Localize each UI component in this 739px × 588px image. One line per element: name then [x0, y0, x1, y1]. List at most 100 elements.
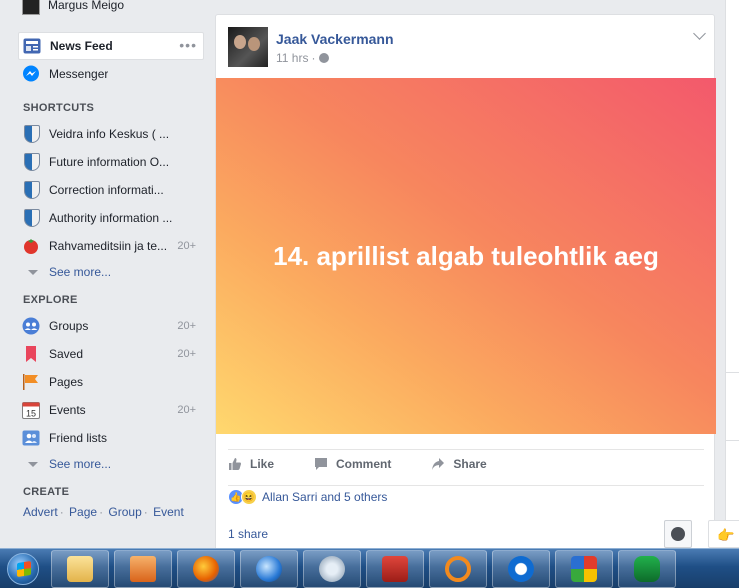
- browser-icon: [256, 555, 282, 582]
- taskbar-file-explorer[interactable]: [51, 549, 109, 588]
- sidebar-item-events[interactable]: 15 Events 20+: [18, 396, 204, 424]
- audience-globe-button[interactable]: [664, 520, 692, 548]
- thumbs-up-icon: [229, 457, 241, 470]
- see-more-label: See more...: [49, 265, 112, 279]
- sidebar-item-shortcut-1[interactable]: Veidra info Keskus ( ...: [18, 120, 204, 148]
- profile-name: Margus Meigo: [48, 0, 125, 12]
- sidebar-item-shortcut-3[interactable]: Correction informati...: [18, 176, 204, 204]
- count-badge: 20+: [177, 348, 196, 360]
- post-action-bar: Like Comment Share: [228, 449, 704, 477]
- profile-link[interactable]: Margus Meigo: [22, 0, 124, 16]
- start-button[interactable]: [0, 549, 46, 588]
- sidebar-item-label: Friend lists: [49, 431, 108, 445]
- sidebar-item-label: Authority information ...: [49, 211, 173, 225]
- divider: [228, 485, 704, 486]
- taskbar-toolbox[interactable]: [366, 549, 424, 588]
- post-time[interactable]: 11 hrs: [276, 51, 308, 65]
- pointing-hand-icon[interactable]: 👉: [708, 520, 739, 548]
- sidebar-item-shortcut-4[interactable]: Authority information ...: [18, 204, 204, 232]
- share-label: Share: [453, 456, 487, 471]
- sidebar-item-messenger[interactable]: Messenger: [18, 60, 204, 88]
- author-avatar[interactable]: [228, 27, 268, 67]
- taskbar-avg[interactable]: [555, 549, 613, 588]
- news-feed-icon: [23, 37, 41, 55]
- sidebar-item-shortcut-5[interactable]: Rahvameditsiin ja te... 20+: [18, 232, 204, 260]
- profile-avatar: [22, 0, 40, 15]
- friends-icon: [22, 429, 40, 447]
- like-button[interactable]: Like: [228, 457, 274, 471]
- explore-see-more[interactable]: See more...: [28, 457, 111, 471]
- create-event-link[interactable]: Event: [153, 505, 184, 519]
- post-text: 14. aprillist algab tuleohtlik aeg: [273, 241, 659, 271]
- divider: [726, 372, 739, 373]
- bookmark-icon: [22, 345, 40, 363]
- caret-down-icon: [28, 461, 38, 467]
- tomato-icon: [22, 237, 40, 255]
- right-column-fragment: [725, 0, 739, 548]
- shield-icon: [22, 209, 40, 227]
- create-advert-link[interactable]: Advert: [23, 505, 58, 519]
- shield-icon: [22, 181, 40, 199]
- separator: ·: [143, 505, 148, 519]
- network-icon: [319, 555, 345, 582]
- create-page-link[interactable]: Page: [69, 505, 97, 519]
- file-explorer-icon: [67, 555, 93, 582]
- search-tool-icon: [445, 555, 471, 582]
- shortcuts-see-more[interactable]: See more...: [28, 265, 111, 279]
- sidebar-item-groups[interactable]: Groups 20+: [18, 312, 204, 340]
- post-author[interactable]: Jaak Vackermann: [276, 31, 394, 47]
- media-player-icon: [130, 555, 156, 582]
- see-more-label: See more...: [49, 457, 112, 471]
- shield-icon: [22, 153, 40, 171]
- globe-icon: [671, 527, 685, 541]
- post-header: Jaak Vackermann 11 hrs ·: [228, 27, 394, 67]
- flag-icon: [22, 373, 40, 391]
- create-group-link[interactable]: Group: [108, 505, 141, 519]
- sidebar-item-label: Saved: [49, 347, 84, 361]
- globe-icon: [319, 53, 330, 63]
- reactions-text: Allan Sarri and 5 others: [262, 490, 388, 504]
- more-options-icon[interactable]: •••: [179, 37, 197, 53]
- share-count[interactable]: 1 share: [228, 527, 268, 541]
- avg-icon: [571, 555, 597, 582]
- sidebar-item-shortcut-2[interactable]: Future information O...: [18, 148, 204, 176]
- create-heading: CREATE: [23, 486, 70, 498]
- taskbar-firefox[interactable]: [177, 549, 235, 588]
- taskbar-malwarebytes[interactable]: [618, 549, 676, 588]
- share-button[interactable]: Share: [431, 456, 487, 471]
- explore-heading: EXPLORE: [23, 294, 78, 306]
- caret-down-icon: [28, 269, 38, 275]
- feed-post: Jaak Vackermann 11 hrs · 14. aprillist a…: [215, 14, 716, 554]
- comment-button[interactable]: Comment: [314, 457, 391, 471]
- taskbar-network[interactable]: [303, 549, 361, 588]
- taskbar-search-tool[interactable]: [429, 549, 487, 588]
- share-icon: [432, 457, 445, 470]
- left-sidebar: Margus Meigo News Feed ••• Messenger SHO…: [0, 0, 210, 548]
- post-meta: 11 hrs ·: [276, 51, 394, 65]
- post-body: 14. aprillist algab tuleohtlik aeg: [216, 78, 716, 434]
- post-options-chevron-icon[interactable]: [693, 27, 706, 40]
- taskbar-teamviewer[interactable]: [492, 549, 550, 588]
- sidebar-item-friend-lists[interactable]: Friend lists: [18, 424, 204, 452]
- calendar-day-label: 15: [26, 409, 36, 419]
- comment-label: Comment: [336, 456, 392, 471]
- sidebar-item-label: Messenger: [49, 67, 109, 81]
- windows-logo-icon: [7, 552, 39, 585]
- malwarebytes-icon: [634, 555, 660, 582]
- taskbar-media-player[interactable]: [114, 549, 172, 588]
- sidebar-item-label: Rahvameditsiin ja te...: [49, 239, 168, 253]
- separator: ·: [311, 51, 316, 65]
- divider: [726, 440, 739, 441]
- sidebar-item-pages[interactable]: Pages: [18, 368, 204, 396]
- sidebar-item-news-feed[interactable]: News Feed •••: [18, 32, 204, 60]
- sidebar-item-saved[interactable]: Saved 20+: [18, 340, 204, 368]
- shortcuts-heading: SHORTCUTS: [23, 102, 95, 114]
- calendar-icon: 15: [22, 401, 40, 419]
- comment-icon: [315, 457, 328, 470]
- haha-reaction-icon: 😆: [241, 489, 257, 505]
- taskbar-browser[interactable]: [240, 549, 298, 588]
- reactions-summary[interactable]: 👍 😆 Allan Sarri and 5 others: [228, 489, 387, 505]
- separator: ·: [59, 505, 64, 519]
- sidebar-item-label: Events: [49, 403, 86, 417]
- groups-icon: [22, 317, 40, 335]
